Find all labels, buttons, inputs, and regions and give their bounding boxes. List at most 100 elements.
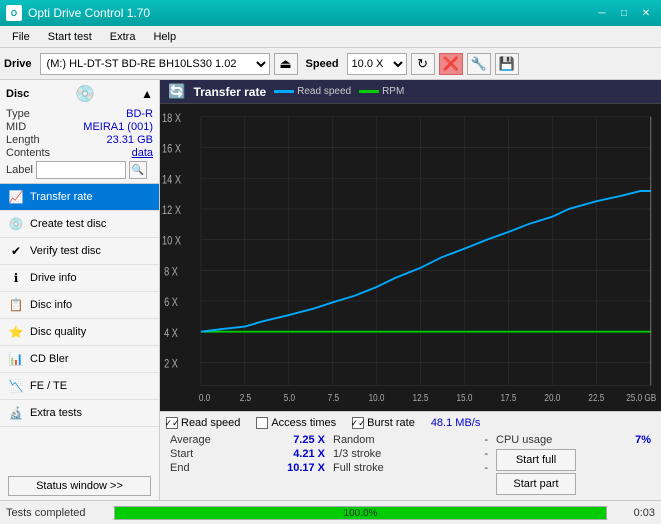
legend-read-speed-label: Read speed	[297, 86, 351, 97]
svg-text:10.0: 10.0	[369, 392, 385, 403]
nav-disc-info-label: Disc info	[30, 299, 72, 311]
nav-disc-info[interactable]: 📋 Disc info	[0, 292, 159, 319]
nav-disc-quality[interactable]: ⭐ Disc quality	[0, 319, 159, 346]
cd-bler-icon: 📊	[8, 351, 24, 367]
stats-col-2: Random - 1/3 stroke - Full stroke -	[329, 433, 492, 497]
burst-rate-value: 48.1 MB/s	[431, 417, 481, 429]
speed-label: Speed	[306, 58, 339, 70]
start-full-button[interactable]: Start full	[496, 449, 576, 471]
chart-header: 🔄 Transfer rate Read speed RPM	[160, 80, 661, 104]
legend-rpm-label: RPM	[382, 86, 404, 97]
one-third-stroke-value: -	[484, 448, 488, 460]
one-third-stroke-row: 1/3 stroke -	[329, 447, 492, 461]
svg-text:7.5: 7.5	[328, 392, 339, 403]
refresh-button[interactable]: ↻	[411, 53, 435, 75]
nav-cd-bler[interactable]: 📊 CD Bler	[0, 346, 159, 373]
maximize-button[interactable]: □	[615, 4, 633, 22]
status-bar: Tests completed 100.0% 0:03	[0, 500, 661, 524]
cpu-usage-label: CPU usage	[496, 434, 552, 446]
status-text: Tests completed	[6, 507, 106, 519]
random-row: Random -	[329, 433, 492, 447]
start-part-button[interactable]: Start part	[496, 473, 576, 495]
nav-verify-test-disc-label: Verify test disc	[30, 245, 101, 257]
progress-bar-container: 100.0%	[114, 506, 607, 520]
read-speed-checkbox[interactable]: ✓ Read speed	[166, 417, 240, 429]
read-speed-cb-box[interactable]: ✓	[166, 417, 178, 429]
main-layout: Disc 💿 ▲ Type BD-R MID MEIRA1 (001) Leng…	[0, 80, 661, 500]
eject-button[interactable]: ⏏	[274, 53, 298, 75]
nav-transfer-rate-label: Transfer rate	[30, 191, 93, 203]
speed-select[interactable]: 10.0 X	[347, 53, 407, 75]
disc-title: Disc	[6, 88, 29, 100]
settings-button2[interactable]: 🔧	[467, 53, 491, 75]
burst-rate-checkbox[interactable]: ✓ Burst rate	[352, 417, 415, 429]
start-label: Start	[170, 448, 193, 460]
full-stroke-label: Full stroke	[333, 462, 384, 474]
create-test-disc-icon: 💿	[8, 216, 24, 232]
end-row: End 10.17 X	[166, 461, 329, 475]
status-time: 0:03	[615, 507, 655, 519]
minimize-button[interactable]: ─	[593, 4, 611, 22]
nav-fe-te[interactable]: 📉 FE / TE	[0, 373, 159, 400]
disc-type-value: BD-R	[126, 108, 153, 120]
full-stroke-value: -	[484, 462, 488, 474]
chart-icon: 🔄	[168, 83, 185, 100]
close-button[interactable]: ✕	[637, 4, 655, 22]
svg-text:2 X: 2 X	[164, 359, 178, 371]
nav-fe-te-label: FE / TE	[30, 380, 67, 392]
disc-length-label: Length	[6, 134, 40, 146]
nav-extra-tests[interactable]: 🔬 Extra tests	[0, 400, 159, 427]
disc-mid-label: MID	[6, 121, 26, 133]
disc-quality-icon: ⭐	[8, 324, 24, 340]
menu-help[interactable]: Help	[145, 29, 184, 45]
disc-label-button[interactable]: 🔍	[129, 161, 147, 179]
nav-transfer-rate[interactable]: 📈 Transfer rate	[0, 184, 159, 211]
read-speed-cb-label: Read speed	[181, 417, 240, 429]
svg-text:4 X: 4 X	[164, 328, 178, 340]
disc-type-label: Type	[6, 108, 30, 120]
save-button[interactable]: 💾	[495, 53, 519, 75]
nav-extra-tests-label: Extra tests	[30, 407, 82, 419]
status-window-button[interactable]: Status window >>	[8, 476, 151, 496]
verify-test-disc-icon: ✔	[8, 243, 24, 259]
progress-text: 100.0%	[115, 507, 606, 521]
cpu-usage-value: 7%	[635, 434, 651, 446]
access-times-cb-box[interactable]	[256, 417, 268, 429]
nav-create-test-disc[interactable]: 💿 Create test disc	[0, 211, 159, 238]
menu-start-test[interactable]: Start test	[40, 29, 100, 45]
one-third-stroke-label: 1/3 stroke	[333, 448, 381, 460]
nav-drive-info[interactable]: ℹ Drive info	[0, 265, 159, 292]
nav-drive-info-label: Drive info	[30, 272, 76, 284]
disc-section: Disc 💿 ▲ Type BD-R MID MEIRA1 (001) Leng…	[0, 80, 159, 184]
drive-select[interactable]: (M:) HL-DT-ST BD-RE BH10LS30 1.02	[40, 53, 270, 75]
menu-extra[interactable]: Extra	[102, 29, 144, 45]
stats-col-3: CPU usage 7% Start full Start part	[492, 433, 655, 497]
title-bar: O Opti Drive Control 1.70 ─ □ ✕	[0, 0, 661, 26]
burst-rate-cb-box[interactable]: ✓	[352, 417, 364, 429]
start-row: Start 4.21 X	[166, 447, 329, 461]
svg-text:18 X: 18 X	[162, 113, 181, 125]
disc-expand-icon[interactable]: ▲	[141, 87, 153, 101]
disc-type-row: Type BD-R	[6, 108, 153, 120]
nav-verify-test-disc[interactable]: ✔ Verify test disc	[0, 238, 159, 265]
svg-text:10 X: 10 X	[162, 236, 181, 248]
chart-svg: 18 X 16 X 14 X 12 X 10 X 8 X 6 X 4 X 2 X…	[160, 104, 661, 411]
stats-area: ✓ Read speed Access times ✓ Burst rate 4…	[160, 411, 661, 500]
disc-label-input[interactable]	[36, 161, 126, 179]
average-row: Average 7.25 X	[166, 433, 329, 447]
menu-file[interactable]: File	[4, 29, 38, 45]
svg-text:14 X: 14 X	[162, 174, 181, 186]
disc-icon: 💿	[75, 84, 95, 104]
disc-length-value: 23.31 GB	[107, 134, 153, 146]
end-value: 10.17 X	[287, 462, 325, 474]
toolbar: Drive (M:) HL-DT-ST BD-RE BH10LS30 1.02 …	[0, 48, 661, 80]
access-times-checkbox[interactable]: Access times	[256, 417, 336, 429]
svg-text:25.0 GB: 25.0 GB	[626, 392, 656, 403]
stats-bottom: Average 7.25 X Start 4.21 X End 10.17 X …	[166, 433, 655, 497]
burst-rate-cb-label: Burst rate	[367, 417, 415, 429]
disc-mid-value: MEIRA1 (001)	[83, 121, 153, 133]
settings-button1[interactable]: ❌	[439, 53, 463, 75]
svg-text:12.5: 12.5	[413, 392, 429, 403]
disc-info-icon: 📋	[8, 297, 24, 313]
disc-contents-value[interactable]: data	[132, 147, 153, 159]
